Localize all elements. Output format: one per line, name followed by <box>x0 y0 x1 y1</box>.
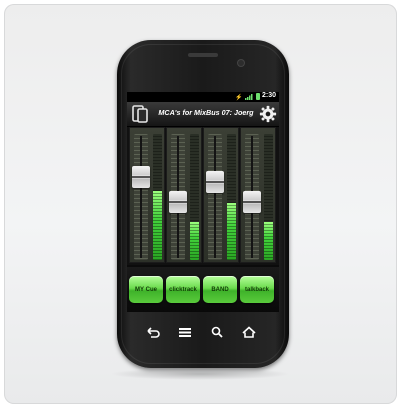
meter-fill <box>190 222 199 260</box>
channel-strip-3 <box>203 127 239 263</box>
fader-handle[interactable] <box>243 191 261 213</box>
gear-icon[interactable] <box>259 105 277 123</box>
mixer-select-icon[interactable] <box>130 104 150 124</box>
back-icon[interactable] <box>145 324 161 340</box>
meter-fill <box>227 203 236 260</box>
search-icon[interactable] <box>209 324 225 340</box>
app-titlebar: MCA's for MixBus 07: Joerg <box>127 102 279 127</box>
fader-slot <box>140 136 142 258</box>
fader-handle[interactable] <box>132 166 150 188</box>
channel-strip-2 <box>166 127 202 263</box>
level-meter <box>227 134 236 260</box>
menu-icon[interactable] <box>177 324 193 340</box>
mixer-area <box>127 127 279 265</box>
status-bar: ⚡ 2:30 <box>127 92 279 102</box>
fader-handle[interactable] <box>169 191 187 213</box>
front-camera <box>238 60 244 66</box>
android-nav-bar <box>139 324 267 340</box>
level-meter <box>264 134 273 260</box>
earpiece-speaker <box>188 53 218 57</box>
level-meter <box>190 134 199 260</box>
meter-fill <box>153 190 162 260</box>
phone-screen: ⚡ 2:30 MCA's for MixBus 07: Joerg MY Cue… <box>127 92 279 312</box>
channel-button-my-cue[interactable]: MY Cue <box>129 276 163 303</box>
channel-button-talkback[interactable]: talkback <box>240 276 274 303</box>
level-meter <box>153 134 162 260</box>
channel-strip-1 <box>129 127 165 263</box>
phone-device: ⚡ 2:30 MCA's for MixBus 07: Joerg MY Cue… <box>117 40 289 368</box>
meter-fill <box>264 222 273 260</box>
page-title: MCA's for MixBus 07: Joerg <box>158 108 254 117</box>
fader-handle[interactable] <box>206 171 224 193</box>
home-icon[interactable] <box>241 324 257 340</box>
status-time: 2:30 <box>262 92 277 99</box>
channel-buttons-bar: MY Cue clicktrack BAND talkback <box>127 267 279 312</box>
channel-button-band[interactable]: BAND <box>203 276 237 303</box>
battery-icon <box>256 93 260 100</box>
usb-notification-icon: ⚡ <box>235 95 243 101</box>
fader-slot <box>214 136 216 258</box>
phone-shadow <box>110 368 290 380</box>
channel-strip-4 <box>240 127 276 263</box>
channel-button-clicktrack[interactable]: clicktrack <box>166 276 200 303</box>
signal-icon <box>245 94 253 100</box>
